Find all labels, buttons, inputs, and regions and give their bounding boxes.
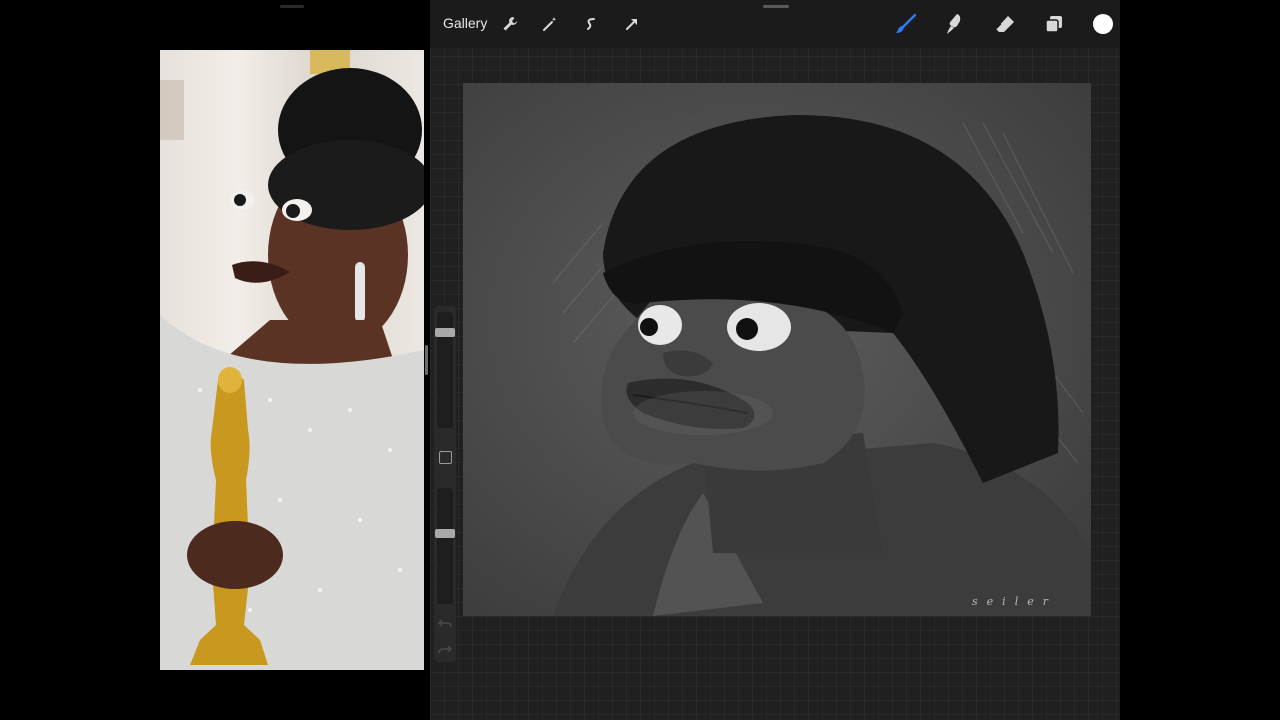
procreate-app: Gallery seiler [430,0,1120,720]
selection-icon[interactable] [579,12,603,36]
modify-button[interactable] [439,451,452,464]
caricature-artwork [552,114,1091,616]
undo-icon[interactable] [437,616,452,630]
redo-icon[interactable] [438,642,453,656]
brush-size-slider[interactable] [435,312,455,428]
reference-photo [160,50,424,670]
gallery-button[interactable]: Gallery [443,15,487,31]
transform-arrow-icon[interactable] [620,12,644,36]
top-grabber[interactable] [763,5,789,8]
brush-icon[interactable] [894,12,918,36]
artist-signature: seiler [972,595,1057,608]
reference-photo-image [160,50,424,670]
opacity-slider[interactable] [435,488,455,604]
right-letterbox [1120,0,1280,720]
brush-sidebar [434,306,456,662]
adjustments-magic-wand-icon[interactable] [538,12,562,36]
actions-wrench-icon[interactable] [498,12,522,36]
drawing-canvas[interactable]: seiler [463,83,1091,616]
opacity-thumb[interactable] [435,528,455,538]
top-toolbar: Gallery [430,0,1120,48]
color-picker-swatch[interactable] [1093,14,1113,34]
smudge-icon[interactable] [943,12,967,36]
eraser-icon[interactable] [993,12,1017,36]
brush-size-thumb[interactable] [435,328,455,338]
reference-pane [0,0,430,720]
layers-icon[interactable] [1042,12,1066,36]
split-view-grabber[interactable] [280,5,304,8]
split-view-divider[interactable] [425,345,428,375]
